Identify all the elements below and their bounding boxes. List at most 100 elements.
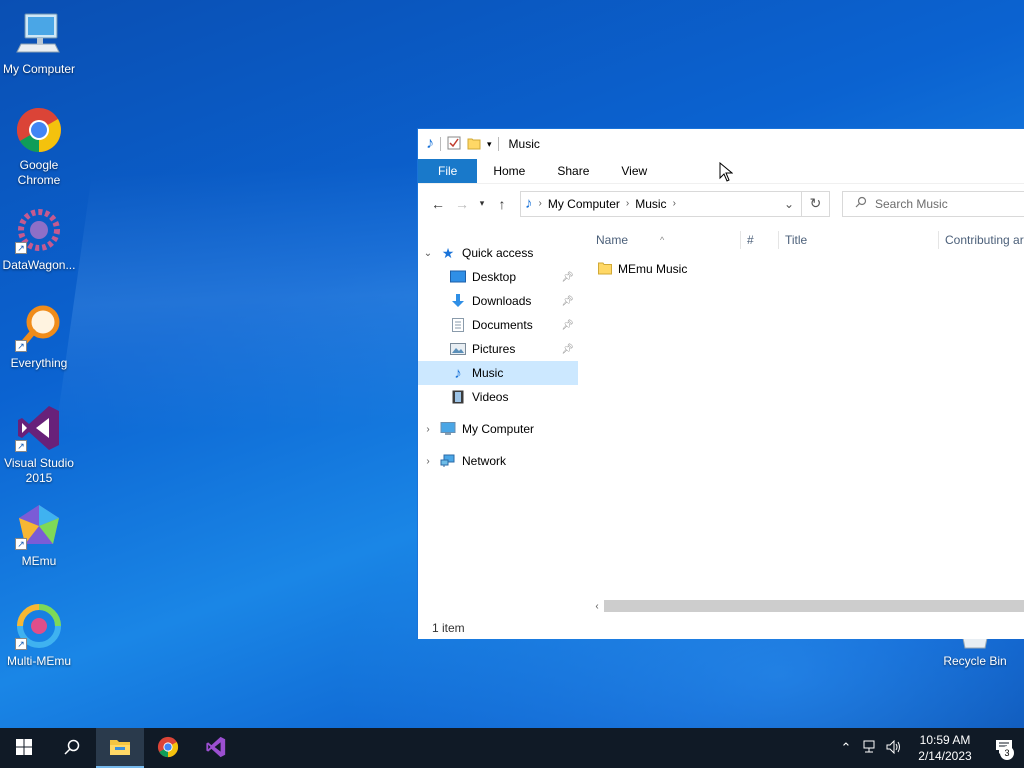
- column-title[interactable]: Title: [778, 231, 938, 249]
- desktop-icon-google-chrome[interactable]: Google Chrome: [0, 106, 78, 188]
- desktop-icon-label: MEmu: [21, 554, 57, 568]
- film-icon: [450, 389, 466, 405]
- file-list: ^ Name # Title Contributing ar MEmu Musi…: [590, 223, 1024, 615]
- new-folder-icon[interactable]: [467, 136, 481, 153]
- volume-icon[interactable]: [882, 739, 906, 757]
- nav-item-desktop[interactable]: Desktop 📌︎: [418, 265, 578, 289]
- column-name[interactable]: ^ Name: [590, 231, 738, 249]
- folder-icon: [109, 738, 131, 759]
- address-dropdown-button[interactable]: ⌄: [777, 192, 801, 216]
- chevron-right-icon: ›: [426, 455, 430, 467]
- music-note-icon: ♪: [454, 364, 462, 382]
- search-button[interactable]: [48, 728, 96, 768]
- clock[interactable]: 10:59 AM 2/14/2023: [906, 732, 984, 764]
- computer-icon: [15, 10, 63, 58]
- picture-icon: [450, 341, 466, 357]
- desktop-icon-datawagon[interactable]: ↗ DataWagon...: [0, 206, 78, 273]
- taskbar-google-chrome[interactable]: [144, 728, 192, 768]
- tab-view[interactable]: View: [605, 159, 663, 183]
- shortcut-arrow-icon: ↗: [15, 242, 27, 254]
- desktop-icon-label: Recycle Bin: [943, 654, 1007, 668]
- network-icon[interactable]: [858, 740, 882, 757]
- network-icon: [440, 453, 456, 469]
- scroll-left-icon[interactable]: ‹: [590, 601, 604, 612]
- navigation-bar: ← → ▾ ↑ ♪ › My Computer › Music › ⌄ ↻: [418, 183, 1024, 223]
- nav-my-computer[interactable]: › My Computer: [418, 417, 578, 441]
- arrow-right-icon: →: [455, 195, 469, 212]
- desktop-icon-memu[interactable]: ↗ MEmu: [0, 502, 78, 569]
- horizontal-scrollbar[interactable]: ‹: [590, 599, 1024, 613]
- desktop-icon-label: DataWagon...: [2, 258, 76, 272]
- start-button[interactable]: [0, 728, 48, 768]
- toolbar-divider: [440, 137, 441, 151]
- taskbar-visual-studio[interactable]: [192, 728, 240, 768]
- properties-icon[interactable]: [447, 136, 461, 153]
- nav-item-pictures[interactable]: Pictures 📌︎: [418, 337, 578, 361]
- pin-icon[interactable]: 📌︎: [561, 296, 574, 307]
- file-row[interactable]: MEmu Music: [598, 259, 687, 279]
- desktop-icon-label: Multi-MEmu: [6, 654, 71, 668]
- nav-item-downloads[interactable]: Downloads 📌︎: [418, 289, 578, 313]
- column-label: Contributing ar: [945, 233, 1024, 247]
- tab-file[interactable]: File: [418, 159, 478, 183]
- chevron-down-icon: ⌄: [423, 247, 433, 259]
- star-icon: ★: [441, 244, 455, 261]
- address-bar[interactable]: ♪ › My Computer › Music › ⌄: [520, 190, 802, 217]
- notification-count-badge: 3: [1000, 746, 1014, 760]
- desktop-icon-label: Visual Studio 2015: [4, 456, 74, 485]
- desktop-icon: [450, 269, 466, 285]
- chevron-right-icon: ›: [538, 198, 542, 209]
- memu-icon: ↗: [15, 502, 63, 550]
- file-name: MEmu Music: [618, 262, 688, 276]
- pin-icon[interactable]: 📌︎: [561, 344, 574, 355]
- column-label: Title: [785, 233, 808, 247]
- datawagon-icon: ↗: [15, 206, 63, 254]
- desktop-icon-visual-studio[interactable]: ↗ Visual Studio 2015: [0, 404, 78, 486]
- system-tray: ⌃ 10:59 AM 2/14/2023 3: [834, 728, 1024, 768]
- chevron-up-icon[interactable]: ⌃: [834, 740, 858, 756]
- customize-quick-access-icon[interactable]: ▾: [487, 139, 492, 150]
- computer-icon: [440, 421, 456, 437]
- shortcut-arrow-icon: ↗: [15, 538, 27, 550]
- column-contributing-artists[interactable]: Contributing ar: [938, 231, 1024, 249]
- nav-label: My Computer: [462, 422, 535, 436]
- breadcrumb-my-computer[interactable]: My Computer: [548, 197, 620, 211]
- forward-button[interactable]: →: [450, 192, 474, 216]
- pin-icon[interactable]: 📌︎: [561, 272, 574, 283]
- up-button[interactable]: ↑: [490, 192, 514, 216]
- nav-item-documents[interactable]: Documents 📌︎: [418, 313, 578, 337]
- windows-logo-icon: [16, 738, 32, 758]
- chevron-down-icon: ▾: [479, 198, 485, 208]
- tab-share[interactable]: Share: [541, 159, 605, 183]
- nav-label: Videos: [472, 390, 509, 404]
- action-center-button[interactable]: 3: [984, 728, 1024, 768]
- nav-item-music[interactable]: ♪ Music: [418, 361, 578, 385]
- nav-network[interactable]: › Network: [418, 449, 578, 473]
- desktop-icon-everything[interactable]: ↗ Everything: [0, 304, 78, 371]
- chrome-icon: [15, 106, 63, 154]
- desktop-icon-my-computer[interactable]: My Computer: [0, 10, 78, 77]
- status-bar: 1 item: [432, 621, 465, 635]
- navigation-pane: ⌄ ★ Quick access Desktop 📌︎ Downloads 📌︎…: [418, 223, 578, 615]
- chevron-right-icon: ›: [625, 198, 630, 209]
- search-box[interactable]: [842, 190, 1024, 217]
- download-arrow-icon: [450, 293, 466, 309]
- magnifier-icon: ↗: [15, 304, 63, 352]
- taskbar-file-explorer[interactable]: [96, 728, 144, 768]
- search-input[interactable]: [875, 196, 1015, 211]
- column-number[interactable]: #: [740, 231, 778, 249]
- sort-ascending-icon: ^: [660, 235, 665, 245]
- breadcrumb-music[interactable]: Music: [635, 197, 666, 211]
- visual-studio-icon: ↗: [15, 404, 63, 452]
- pin-icon[interactable]: 📌︎: [561, 320, 574, 331]
- refresh-button[interactable]: ↻: [802, 190, 830, 217]
- chevron-right-icon: ›: [672, 198, 676, 209]
- nav-quick-access[interactable]: ⌄ ★ Quick access: [418, 241, 578, 265]
- desktop-icon-multi-memu[interactable]: ↗ Multi-MEmu: [0, 602, 78, 669]
- back-button[interactable]: ←: [426, 192, 450, 216]
- tab-home[interactable]: Home: [477, 159, 541, 183]
- scrollbar-thumb[interactable]: [604, 600, 1024, 612]
- recent-locations-button[interactable]: ▾: [474, 192, 490, 216]
- folder-icon: [598, 261, 612, 278]
- nav-item-videos[interactable]: Videos: [418, 385, 578, 409]
